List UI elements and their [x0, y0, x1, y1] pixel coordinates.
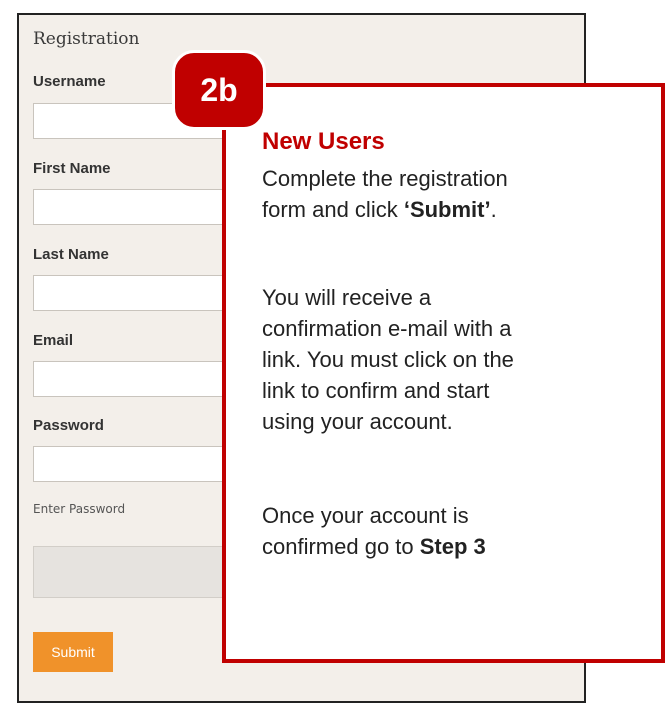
last-name-label: Last Name [33, 246, 109, 263]
callout-text-line: link to confirm and start [262, 378, 490, 403]
callout-text-fragment: confirmed go to [262, 534, 420, 559]
first-name-label: First Name [33, 160, 111, 177]
callout-paragraph-2: You will receive a confirmation e-mail w… [262, 282, 642, 437]
callout-paragraph-1: Complete the registration form and click… [262, 163, 642, 225]
password-label: Password [33, 417, 104, 434]
submit-button[interactable]: Submit [33, 632, 113, 672]
callout-text-line: confirmation e-mail with a [262, 316, 512, 341]
password-helper-text: Enter Password [33, 502, 126, 516]
callout-text-line: confirmed go to Step 3 [262, 531, 642, 562]
callout-text-fragment: form and click [262, 197, 404, 222]
callout-paragraph-3: Once your account is confirmed go to Ste… [262, 500, 642, 562]
callout-text-line: form and click ‘Submit’. [262, 194, 642, 225]
callout-text-line: Once your account is [262, 503, 469, 528]
callout-text-line: link. You must click on the [262, 347, 514, 372]
callout-text-line: Complete the registration [262, 166, 508, 191]
callout-text-fragment: . [490, 197, 497, 222]
form-title: Registration [33, 29, 140, 49]
callout-bold-step: Step 3 [419, 534, 486, 559]
callout-text-line: You will receive a [262, 285, 432, 310]
username-label: Username [33, 73, 106, 90]
callout-text-line: using your account. [262, 409, 453, 434]
callout-title: New Users [262, 128, 385, 155]
email-label: Email [33, 332, 74, 349]
step-badge: 2b [172, 50, 266, 130]
callout-bold-submit: ‘Submit’ [403, 197, 491, 222]
